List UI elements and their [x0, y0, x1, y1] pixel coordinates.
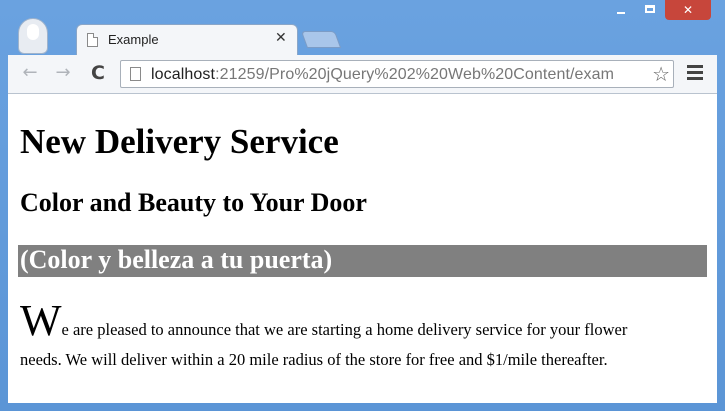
maximize-button[interactable] [637, 0, 663, 20]
page-subheading: Color and Beauty to Your Door [20, 188, 367, 217]
maximize-icon [645, 5, 655, 13]
new-tab-button[interactable] [300, 31, 342, 48]
translated-subheading-band: (Color y belleza a tu puerta) [18, 245, 707, 277]
url-host: localhost [151, 66, 216, 83]
drop-cap: W [20, 296, 62, 345]
tab-close-icon[interactable]: ✕ [275, 30, 287, 46]
address-bar[interactable]: localhost:21259/Pro%20jQuery%202%20Web%2… [120, 60, 674, 88]
browser-toolbar: ← → C localhost:21259/Pro%20jQuery%202%2… [8, 55, 717, 94]
tab-title: Example [108, 32, 159, 47]
reload-button[interactable]: C [87, 62, 109, 84]
intro-paragraph: We are pleased to announce that we are s… [20, 299, 700, 375]
page-icon [87, 33, 98, 47]
url-text: localhost:21259/Pro%20jQuery%202%20Web%2… [151, 66, 614, 84]
profile-avatar-icon[interactable] [18, 18, 48, 54]
forward-button[interactable]: → [52, 62, 74, 84]
translated-subheading: (Color y belleza a tu puerta) [20, 245, 333, 274]
minimize-button[interactable] [608, 0, 634, 20]
browser-window: Example ✕ ✕ ← → C localhost:21259/Pro%20… [0, 0, 725, 411]
title-bar: Example ✕ ✕ [0, 0, 725, 56]
back-button[interactable]: ← [19, 62, 41, 84]
page-content: New Delivery Service Color and Beauty to… [8, 94, 717, 403]
page-icon [130, 67, 141, 81]
bookmark-star-icon[interactable]: ☆ [650, 62, 670, 86]
close-window-button[interactable]: ✕ [665, 0, 711, 20]
menu-icon[interactable] [687, 65, 703, 83]
tab-example[interactable]: Example ✕ [76, 24, 298, 56]
paragraph-line-1: e are pleased to announce that we are st… [61, 320, 628, 339]
minimize-icon [617, 12, 625, 14]
url-path: :21259/Pro%20jQuery%202%20Web%20Content/… [215, 66, 615, 83]
paragraph-line-2: needs. We will deliver within a 20 mile … [20, 350, 608, 369]
page-heading: New Delivery Service [20, 122, 339, 161]
